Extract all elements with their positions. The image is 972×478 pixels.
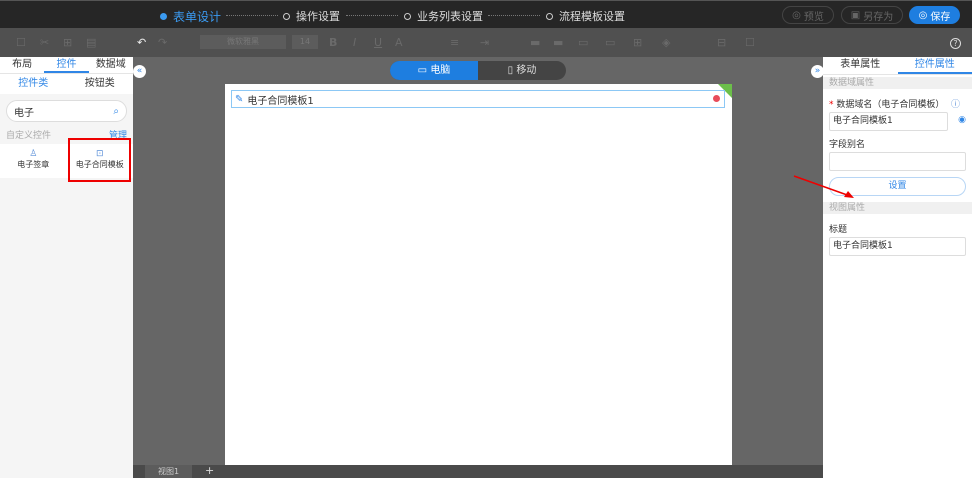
table-icon[interactable]: ⊞ <box>633 36 642 49</box>
save-icon: ◎ <box>918 9 928 21</box>
divider <box>346 15 398 16</box>
search-icon[interactable]: ⌕ <box>113 106 119 117</box>
section-view: 视图属性 <box>823 202 972 214</box>
alias-input[interactable] <box>829 152 966 171</box>
divider <box>226 15 278 16</box>
border-color-icon[interactable]: ▭ <box>578 36 588 49</box>
copy-icon[interactable]: ⊞ <box>63 36 72 49</box>
subtab-button-types[interactable]: 按钮类 <box>67 74 134 94</box>
add-view-button[interactable]: + <box>205 464 214 477</box>
right-panel: 表单属性 控件属性 数据域属性 * 数据域名（电子合同模板） ⓘ 电子合同模板1 ◉… <box>823 57 972 478</box>
alias-label: 字段别名 <box>829 140 866 150</box>
indent-icon[interactable]: ⇥ <box>480 36 489 49</box>
save-as-icon: ▣ <box>850 9 861 21</box>
split-icon[interactable]: ▬ <box>553 36 563 49</box>
help-icon[interactable]: ⓘ <box>951 97 960 110</box>
fill-color-icon[interactable]: ▭ <box>605 36 615 49</box>
title-label: 标题 <box>829 225 848 235</box>
font-size-select[interactable]: 14 <box>292 35 318 49</box>
tab-layout[interactable]: 布局 <box>0 57 44 73</box>
font-color-button[interactable]: A <box>395 36 403 49</box>
font-select[interactable]: 微软雅黑 <box>200 35 286 49</box>
view-tabs-bar: 视图1 + <box>133 464 823 478</box>
save-as-button[interactable]: ▣ 另存为 <box>841 6 903 24</box>
subtab-control-types[interactable]: 控件类 <box>0 74 67 94</box>
redo-icon[interactable]: ↷ <box>158 36 167 49</box>
align-icon[interactable]: ≡ <box>450 36 459 49</box>
divider <box>488 15 540 16</box>
edit-icon: ✎ <box>235 93 244 105</box>
highlight-box <box>68 138 131 182</box>
paste-icon[interactable]: ▤ <box>86 36 96 49</box>
step-list[interactable]: 业务列表设置 <box>404 8 483 24</box>
annotation-arrow <box>793 175 854 198</box>
cut-icon[interactable]: ✂ <box>40 36 49 49</box>
bold-button[interactable]: B <box>329 36 337 49</box>
form-canvas: ✎ 电子合同模板1 <box>225 84 732 465</box>
preview-button[interactable]: ◎ 预览 <box>782 6 834 24</box>
view-tab[interactable]: 视图1 <box>145 465 192 478</box>
undo-icon[interactable]: ↶ <box>137 36 146 49</box>
help-icon[interactable]: ? <box>950 38 961 49</box>
italic-button[interactable]: I <box>353 36 356 49</box>
underline-button[interactable]: U <box>374 36 382 49</box>
e-contract-control[interactable]: ✎ 电子合同模板1 <box>231 90 725 108</box>
layout-icon[interactable]: ⊟ <box>717 36 726 49</box>
delete-icon[interactable] <box>713 95 720 102</box>
field-label: 数据域名（电子合同模板） <box>836 100 945 110</box>
step-dot-icon <box>546 12 553 20</box>
tab-control-properties[interactable]: 控件属性 <box>897 57 972 74</box>
paint-icon[interactable]: ◈ <box>662 36 670 49</box>
section-title: 自定义控件 <box>6 131 52 141</box>
step-dot-icon <box>283 12 290 20</box>
top-bar: 表单设计 操作设置 业务列表设置 流程模板设置 ◎ 预览 ▣ 另存为 ◎ 保存 <box>0 0 972 28</box>
step-workflow[interactable]: 流程模板设置 <box>546 8 625 24</box>
step-operation[interactable]: 操作设置 <box>283 8 340 24</box>
tab-form-properties[interactable]: 表单属性 <box>823 57 898 74</box>
toggle-mobile[interactable]: ▯ 移动 <box>478 61 566 80</box>
view-toggle: ▭ 电脑 ▯ 移动 <box>390 61 566 80</box>
title-input[interactable]: 电子合同模板1 <box>829 237 966 256</box>
frame-icon[interactable]: ☐ <box>745 36 755 49</box>
control-e-signature[interactable]: ♙ 电子签章 <box>0 144 67 178</box>
save-button[interactable]: ◎ 保存 <box>909 6 960 24</box>
left-panel: 布局 控件 数据域 控件类 按钮类 电子 ⌕ 自定义控件 管理 ♙ 电子签章 ⊡ 电子合… <box>0 57 133 478</box>
target-icon[interactable]: ◉ <box>958 115 966 125</box>
step-dot-icon <box>404 12 411 20</box>
step-dot-icon <box>160 13 167 20</box>
select-icon[interactable]: ☐ <box>16 36 26 49</box>
toggle-desktop[interactable]: ▭ 电脑 <box>390 61 478 80</box>
tab-controls[interactable]: 控件 <box>44 57 89 73</box>
preview-icon: ◎ <box>792 9 801 21</box>
user-icon: ♙ <box>29 149 38 159</box>
tab-data-domain[interactable]: 数据域 <box>89 57 133 73</box>
monitor-icon: ▭ <box>417 65 431 76</box>
field-name-input[interactable]: 电子合同模板1 <box>829 112 948 131</box>
collapse-left-icon[interactable]: « <box>133 65 146 78</box>
section-data-domain: 数据域属性 <box>823 77 972 89</box>
format-toolbar: ☐ ✂ ⊞ ▤ ↶ ↷ 微软雅黑 14 B I U A ≡ ⇥ ▬ ▬ ▭ ▭ … <box>0 28 972 57</box>
merge-icon[interactable]: ▬ <box>530 36 540 49</box>
search-input[interactable]: 电子 ⌕ <box>6 100 127 122</box>
step-form-design[interactable]: 表单设计 <box>160 8 221 25</box>
